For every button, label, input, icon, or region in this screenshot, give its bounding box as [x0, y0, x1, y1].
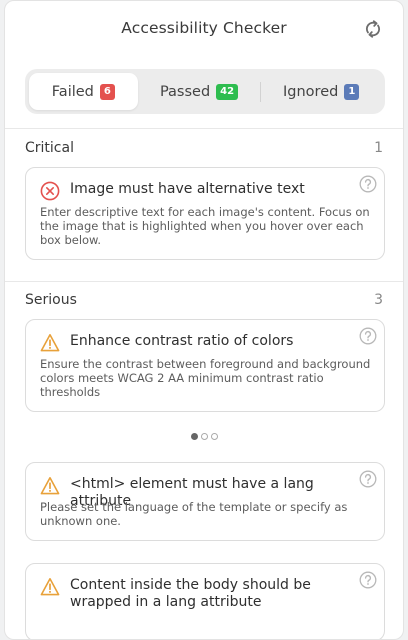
- refresh-icon[interactable]: [363, 19, 383, 39]
- issue-title: Content inside the body should be wrappe…: [70, 577, 311, 610]
- tab-ignored-label: Ignored: [283, 83, 339, 100]
- error-circle-icon: [40, 181, 60, 201]
- warning-icon: [40, 477, 60, 495]
- panel-header: Accessibility Checker: [5, 1, 403, 57]
- tab-failed[interactable]: Failed 6: [29, 73, 138, 110]
- help-icon[interactable]: [359, 175, 377, 193]
- issue-card[interactable]: Image must have alternative text Enter d…: [25, 167, 385, 260]
- tab-passed-label: Passed: [159, 83, 211, 100]
- accessibility-panel: Accessibility Checker Failed 6 Passed 42…: [4, 0, 404, 640]
- tab-ignored[interactable]: Ignored 1: [261, 73, 381, 110]
- passed-count-badge: 42: [216, 83, 239, 100]
- section-count-serious: 3: [374, 292, 383, 308]
- section-title-critical: Critical: [25, 140, 74, 156]
- status-tabs: Failed 6 Passed 42 Ignored 1: [25, 69, 385, 114]
- panel-title: Accessibility Checker: [121, 19, 287, 37]
- section-divider: [5, 128, 403, 129]
- issue-description: Ensure the contrast between foreground a…: [40, 357, 371, 399]
- issue-description: Please set the language of the template …: [40, 500, 348, 528]
- section-divider: [5, 281, 403, 282]
- pager-dot[interactable]: [210, 433, 218, 440]
- issue-card[interactable]: Content inside the body should be wrappe…: [25, 563, 385, 639]
- help-icon[interactable]: [359, 327, 377, 345]
- warning-icon: [40, 578, 60, 596]
- failed-count-badge: 6: [99, 83, 115, 100]
- carousel-pager: [5, 433, 403, 440]
- issue-description: Enter descriptive text for each image's …: [40, 205, 370, 247]
- ignored-count-badge: 1: [344, 83, 360, 100]
- help-icon[interactable]: [359, 571, 377, 589]
- warning-icon: [40, 334, 60, 352]
- tab-passed[interactable]: Passed 42: [138, 73, 261, 110]
- issue-title: Image must have alternative text: [70, 181, 305, 197]
- tab-failed-label: Failed: [51, 83, 94, 100]
- section-count-critical: 1: [374, 140, 383, 156]
- issue-title: Enhance contrast ratio of colors: [70, 333, 294, 349]
- issue-card[interactable]: <html> element must have a lang attribut…: [25, 462, 385, 541]
- pager-dot[interactable]: [190, 433, 198, 440]
- pager-dot[interactable]: [200, 433, 208, 440]
- section-title-serious: Serious: [25, 292, 77, 308]
- help-icon[interactable]: [359, 470, 377, 488]
- issue-card[interactable]: Enhance contrast ratio of colors Ensure …: [25, 319, 385, 412]
